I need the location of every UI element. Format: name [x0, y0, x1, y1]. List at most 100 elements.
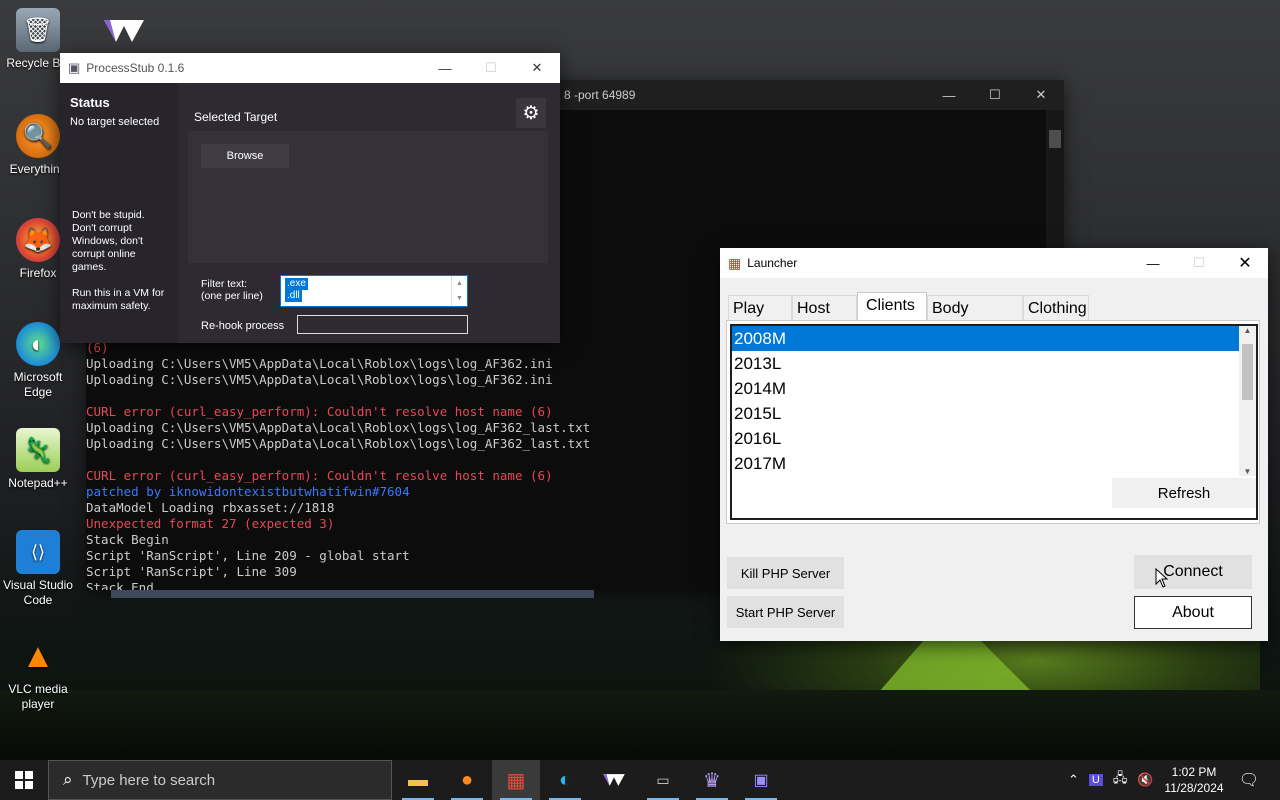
- chevron-up-icon[interactable]: ⌃: [1068, 772, 1079, 788]
- scroll-up-icon[interactable]: ▲: [1239, 326, 1256, 335]
- vscode-icon: ⟨⟩: [16, 530, 60, 574]
- kill-php-server-button[interactable]: Kill PHP Server: [727, 557, 844, 589]
- network-icon[interactable]: 🖧: [1113, 769, 1128, 791]
- launcher-title: Launcher: [747, 256, 798, 270]
- refresh-button[interactable]: Refresh: [1112, 478, 1256, 508]
- volume-icon[interactable]: 🔇: [1137, 772, 1153, 788]
- close-button[interactable]: ✕: [514, 53, 560, 83]
- desktop-icon-vlc[interactable]: ▲ VLC media player: [0, 634, 76, 712]
- processstub-taskbar-icon[interactable]: ▣: [737, 760, 785, 800]
- file-explorer-icon[interactable]: ▬: [394, 760, 442, 800]
- tab-strip: Play Host Clients Body Colors Clothing: [728, 292, 1089, 343]
- filter-lines: .exe .dll: [285, 278, 308, 302]
- status-heading: Status: [70, 95, 110, 110]
- processstub-window: ▣ ProcessStub 0.1.6 — ☐ ✕ Status No targ…: [60, 53, 560, 343]
- tab-play[interactable]: Play: [728, 295, 792, 321]
- minimize-button[interactable]: —: [926, 80, 972, 110]
- selected-target-label: Selected Target: [194, 110, 278, 124]
- launcher-window: ▦ Launcher — ☐ ✕ Play Host Clients Body …: [720, 248, 1268, 641]
- filter-line: .dll: [285, 290, 302, 302]
- horizontal-scroll-hint: [111, 590, 594, 598]
- tab-clothing[interactable]: Clothing: [1023, 295, 1089, 321]
- browse-button[interactable]: Browse: [201, 144, 289, 168]
- desktop-icon-notepadpp[interactable]: 🦎 Notepad++: [0, 428, 76, 491]
- warning-text: Don't be stupid. Don't corrupt Windows, …: [72, 209, 145, 273]
- desktop-icon-label: VLC media player: [8, 682, 68, 711]
- about-button[interactable]: About: [1134, 596, 1252, 629]
- client-list-item[interactable]: 2015L: [732, 401, 1241, 426]
- client-list-item[interactable]: 2013L: [732, 351, 1241, 376]
- client-list-item[interactable]: 2014M: [732, 376, 1241, 401]
- tab-clients[interactable]: Clients: [857, 292, 927, 321]
- clock-time: 1:02 PM: [1171, 765, 1217, 779]
- close-button[interactable]: ✕: [1018, 80, 1064, 110]
- vm-note: Run this in a VM for maximum safety.: [72, 287, 165, 312]
- console-title: 8 -port 64989: [564, 88, 636, 102]
- listbox-scrollbar[interactable]: ▲ ▼: [1239, 326, 1256, 476]
- maximize-button[interactable]: ☐: [1176, 248, 1222, 278]
- desktop-icon-vscode[interactable]: ⟨⟩ Visual Studio Code: [0, 530, 76, 608]
- filter-line: .exe: [285, 278, 308, 290]
- wallpaper-hill: [0, 690, 1280, 760]
- triangle-logo-icon: [100, 16, 148, 46]
- firefox-taskbar-icon[interactable]: ●: [443, 760, 491, 800]
- launcher-titlebar[interactable]: ▦ Launcher — ☐ ✕: [720, 248, 1268, 278]
- clock[interactable]: 1:02 PM 11/28/2024: [1162, 764, 1226, 796]
- clients-tab-panel: 2008M 2013L 2014M 2015L 2016L 2017M ▲ ▼ Refre…: [726, 320, 1260, 524]
- launcher-taskbar-icon[interactable]: ▦: [492, 760, 540, 800]
- processstub-title: ProcessStub 0.1.6: [86, 61, 185, 75]
- recycle-bin-icon: 🗑: [16, 8, 60, 52]
- desktop-icon-launcher-shortcut[interactable]: [86, 16, 162, 50]
- scroll-down-icon[interactable]: ▼: [1239, 467, 1256, 476]
- search-placeholder: Type here to search: [82, 771, 216, 789]
- rehook-label: Re-hook process: [201, 320, 285, 332]
- start-button[interactable]: [0, 760, 48, 800]
- client-list-item[interactable]: 2017M: [732, 451, 1241, 476]
- rehook-checkbox-bar[interactable]: [297, 315, 468, 334]
- target-drop-area: Browse: [188, 131, 548, 263]
- edge-icon: ◐: [16, 322, 60, 366]
- close-button[interactable]: ✕: [1222, 248, 1268, 278]
- desktop-icon-label: Microsoft Edge: [13, 370, 63, 399]
- scrollbar-thumb[interactable]: [1242, 344, 1253, 400]
- edge-taskbar-icon[interactable]: ◐: [541, 760, 589, 800]
- target-panel: Selected Target ⚙ Browse Filter text: (o…: [178, 83, 560, 343]
- filter-label: Filter text: (one per line): [201, 278, 263, 302]
- status-value: No target selected: [70, 116, 160, 128]
- firefox-icon: 🦊: [16, 218, 60, 262]
- connect-button[interactable]: Connect: [1134, 555, 1252, 589]
- minimize-button[interactable]: —: [422, 53, 468, 83]
- maximize-button[interactable]: ☐: [972, 80, 1018, 110]
- client-list: 2008M 2013L 2014M 2015L 2016L 2017M: [732, 326, 1256, 476]
- terminal-taskbar-icon[interactable]: ▭: [639, 760, 687, 800]
- processstub-app-icon: ▣: [68, 60, 81, 75]
- triangle-app-taskbar-icon[interactable]: [590, 760, 638, 800]
- client-list-item[interactable]: 2016L: [732, 426, 1241, 451]
- settings-gear-icon[interactable]: ⚙: [516, 98, 546, 128]
- notification-icon[interactable]: 🗨: [1234, 760, 1264, 800]
- minimize-button[interactable]: —: [1130, 248, 1176, 278]
- tab-host[interactable]: Host: [792, 295, 857, 321]
- client-list-item[interactable]: 2008M: [732, 326, 1241, 351]
- taskbar-search-box[interactable]: ⌕ Type here to search: [48, 760, 392, 800]
- processstub-titlebar[interactable]: ▣ ProcessStub 0.1.6 — ☐ ✕: [60, 53, 560, 83]
- notepadpp-icon: 🦎: [16, 428, 60, 472]
- status-panel: Status No target selected Don't be stupi…: [60, 83, 178, 343]
- maximize-button[interactable]: ☐: [468, 53, 514, 83]
- search-icon: ⌕: [63, 770, 73, 789]
- scrollbar-thumb[interactable]: [1049, 130, 1061, 148]
- start-php-server-button[interactable]: Start PHP Server: [727, 596, 844, 628]
- taskbar: ⌕ Type here to search ▬ ● ▦ ◐ ▭ ♛ ▣ ⌃ U …: [0, 760, 1280, 800]
- tab-body-colors[interactable]: Body Colors: [927, 295, 1023, 343]
- desktop-icon-label: Visual Studio Code: [3, 578, 73, 607]
- game-taskbar-icon[interactable]: ♛: [688, 760, 736, 800]
- filter-spinner[interactable]: ▲ ▼: [451, 276, 467, 306]
- system-tray: ⌃ U 🖧 🔇: [1068, 760, 1154, 800]
- clock-date: 11/28/2024: [1164, 781, 1224, 795]
- windows-logo-icon: [15, 771, 33, 789]
- clients-listbox[interactable]: 2008M 2013L 2014M 2015L 2016L 2017M ▲ ▼ Refre…: [730, 324, 1258, 520]
- vlc-icon: ▲: [21, 636, 55, 675]
- desktop-icon-label: Notepad++: [8, 476, 68, 490]
- filter-textarea[interactable]: .exe .dll ▲ ▼: [280, 275, 468, 307]
- tray-app-icon[interactable]: U: [1088, 774, 1103, 786]
